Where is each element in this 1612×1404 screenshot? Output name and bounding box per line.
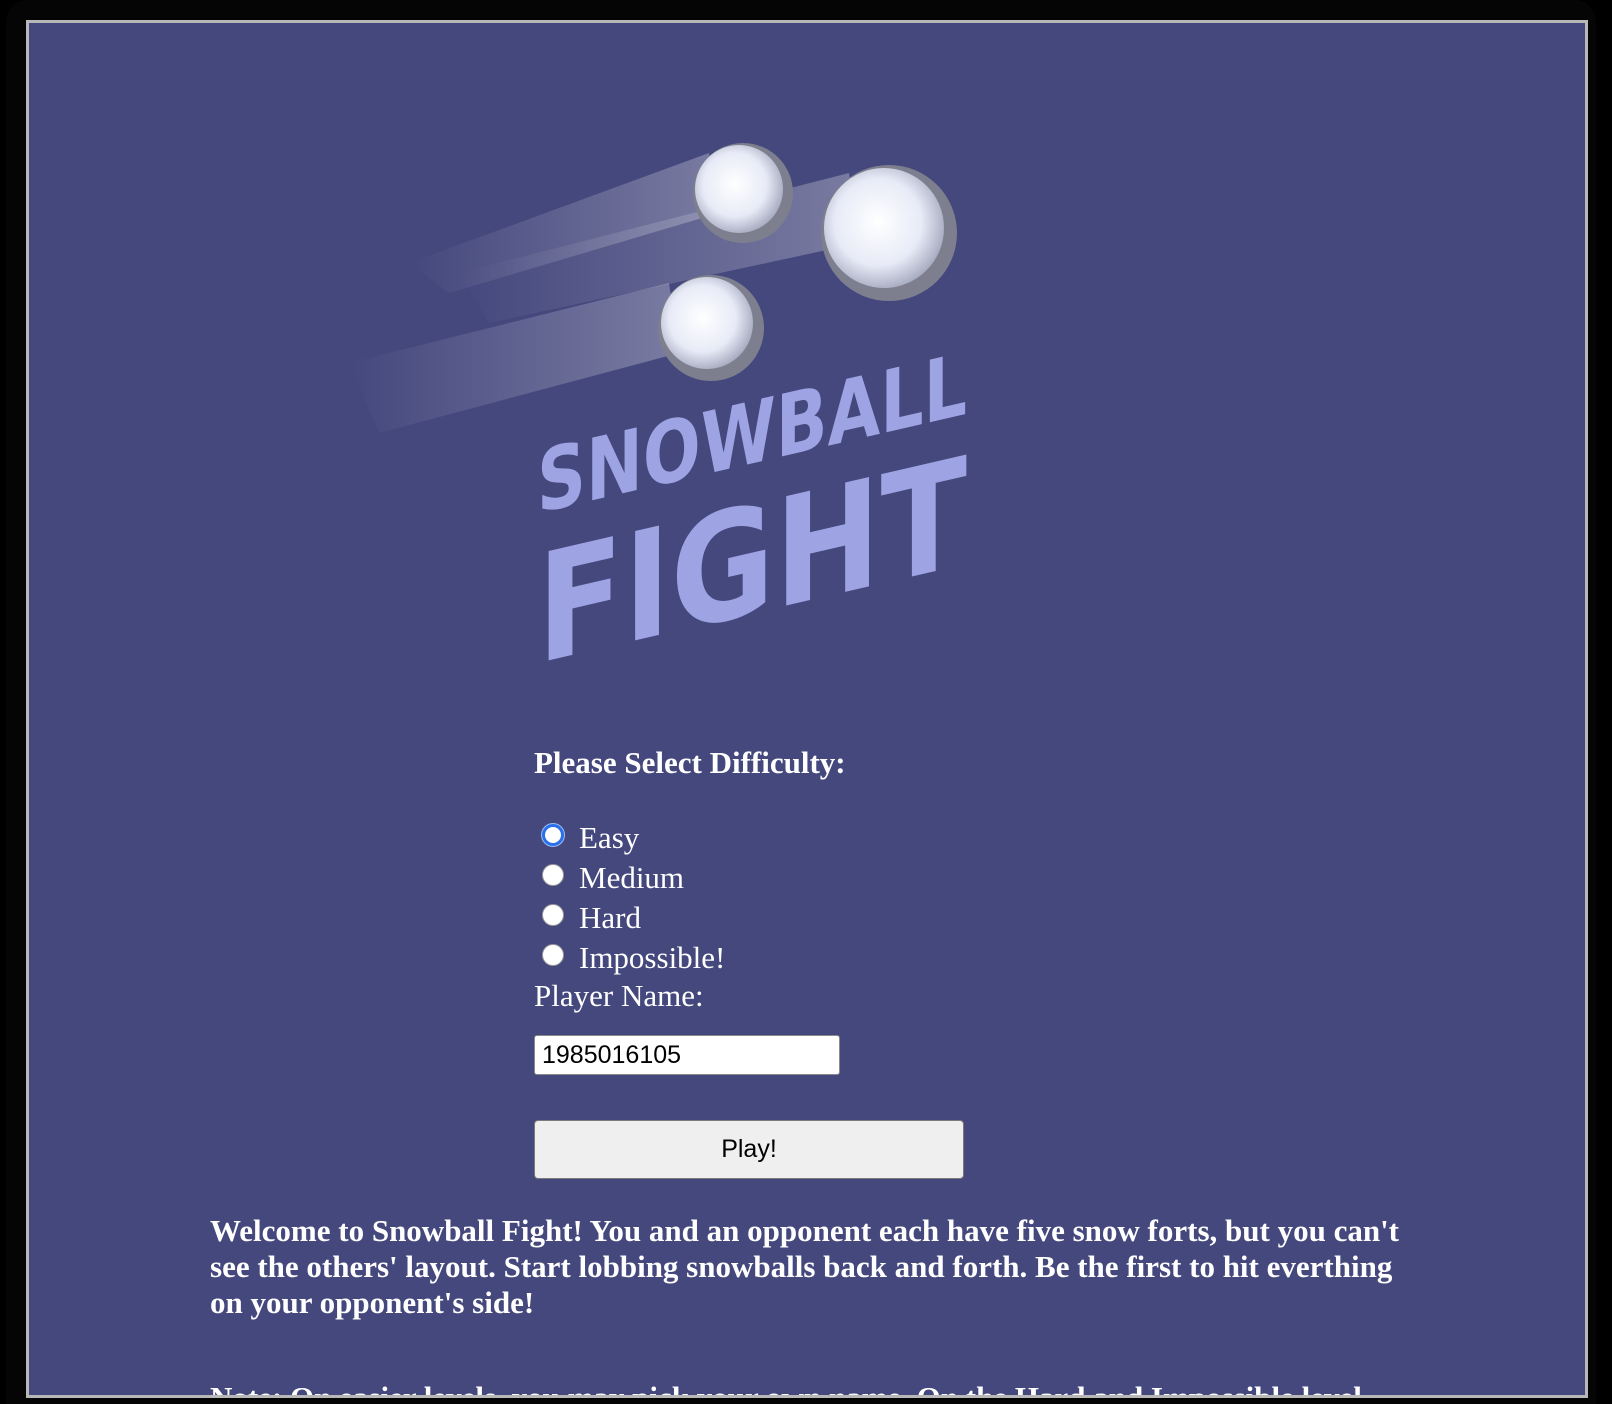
snowball-icon xyxy=(821,165,957,301)
radio-easy[interactable] xyxy=(542,824,564,846)
radio-medium[interactable] xyxy=(542,864,564,886)
option-label: Hard xyxy=(579,900,641,935)
play-button[interactable]: Play! xyxy=(534,1120,964,1179)
note-text: Note: On easier levels, you may pick you… xyxy=(210,1380,1362,1398)
snowball-icon xyxy=(693,143,793,243)
difficulty-option-hard[interactable]: Hard xyxy=(542,898,725,938)
option-label: Impossible! xyxy=(579,940,726,975)
radio-impossible[interactable] xyxy=(542,944,564,966)
difficulty-options: Easy Medium Hard Impossible! xyxy=(542,818,725,978)
welcome-text: Welcome to Snowball Fight! You and an op… xyxy=(210,1213,1400,1320)
option-label: Medium xyxy=(579,860,685,895)
game-frame: SNOWBALL FIGHT Please Select Difficulty:… xyxy=(26,20,1588,1398)
option-label: Easy xyxy=(579,820,640,855)
player-name-input[interactable] xyxy=(534,1035,840,1075)
player-name-label: Player Name: xyxy=(534,978,704,1013)
radio-hard[interactable] xyxy=(542,904,564,926)
difficulty-option-easy[interactable]: Easy xyxy=(542,818,725,858)
difficulty-option-medium[interactable]: Medium xyxy=(542,858,725,898)
difficulty-heading: Please Select Difficulty: xyxy=(534,745,846,780)
snowball-fight-logo: SNOWBALL FIGHT xyxy=(349,143,967,693)
browser-window: SNOWBALL FIGHT Please Select Difficulty:… xyxy=(6,0,1596,1404)
snowball-icon xyxy=(658,275,764,381)
difficulty-option-impossible[interactable]: Impossible! xyxy=(542,938,725,978)
